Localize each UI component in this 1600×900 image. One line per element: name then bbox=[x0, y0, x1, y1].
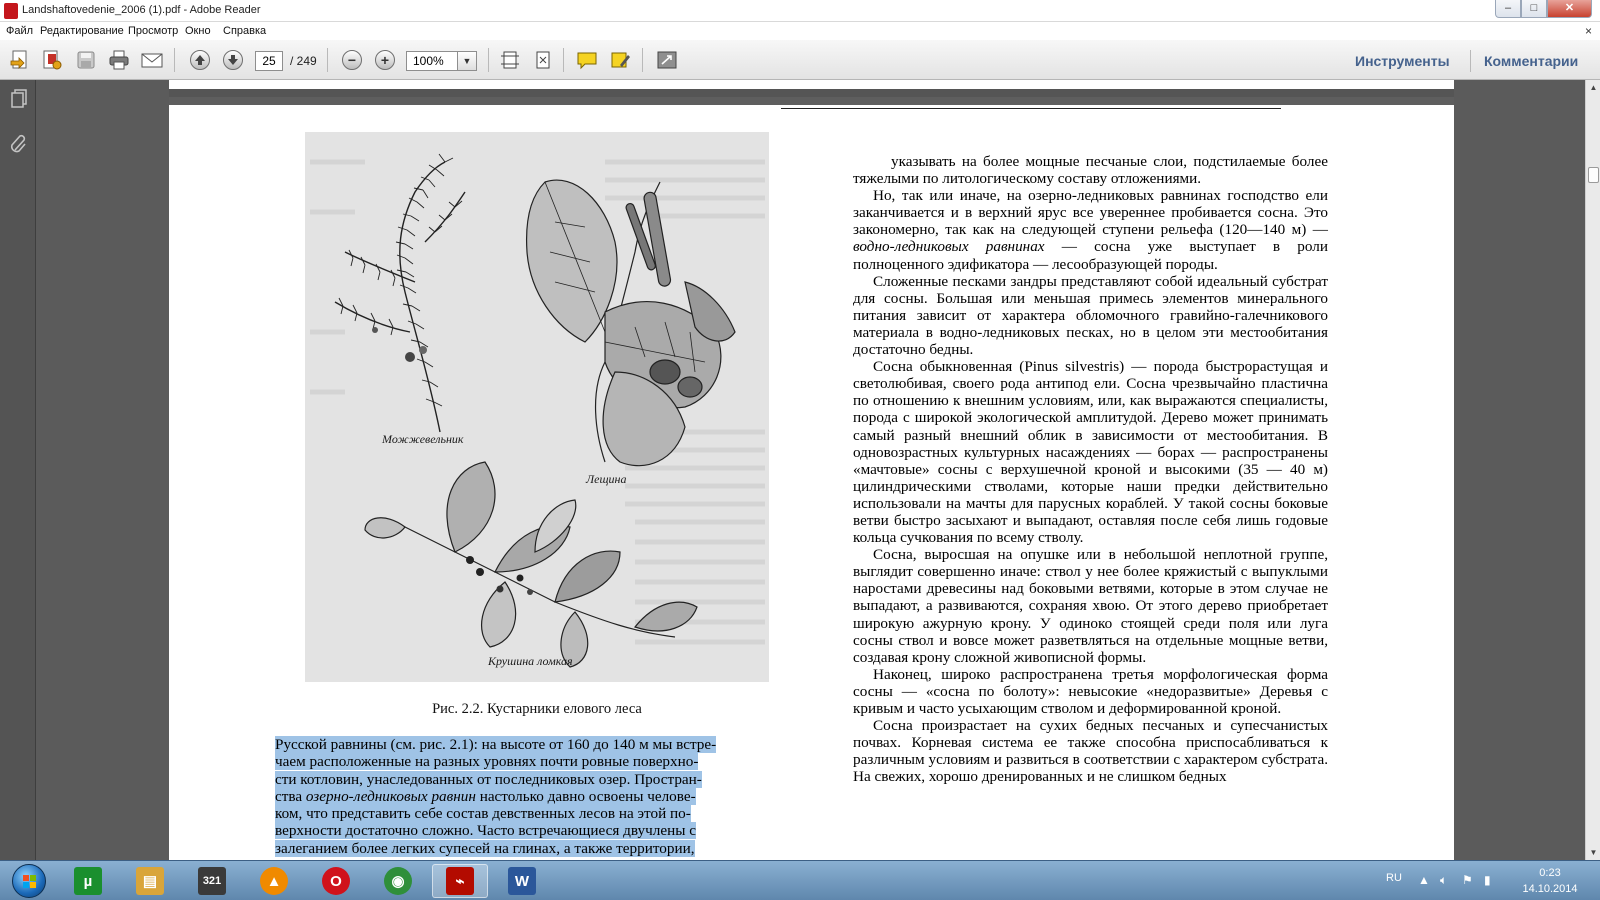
title-bar: Landshaftovedenie_2006 (1).pdf - Adobe R… bbox=[0, 0, 1600, 22]
paragraph: Сосна, выросшая на опушке или в небольшо… bbox=[853, 546, 1328, 666]
label-buckthorn: Крушина ломкая bbox=[488, 654, 573, 668]
zoom-in-button[interactable]: + bbox=[373, 49, 397, 71]
left-column-text[interactable]: Русской равнины (см. рис. 2.1): на высот… bbox=[275, 736, 769, 857]
text-line: настолько давно освоены челове- bbox=[479, 787, 696, 805]
highlight-text-icon[interactable] bbox=[609, 49, 633, 71]
paragraph: указывать на более мощные песчаные слои,… bbox=[853, 153, 1328, 188]
fit-page-width-icon[interactable] bbox=[498, 49, 522, 71]
vlc-icon: ▲ bbox=[260, 867, 288, 895]
save-icon[interactable] bbox=[74, 49, 98, 71]
taskbar-vlc[interactable]: ▲ bbox=[246, 864, 302, 898]
start-button[interactable] bbox=[4, 863, 54, 899]
paragraph: Сосна произрастает на сухих бедных песча… bbox=[853, 717, 1328, 786]
zoom-out-button[interactable]: − bbox=[340, 49, 364, 71]
zoom-out-icon: − bbox=[342, 50, 362, 70]
taskbar-chrome[interactable]: ◉ bbox=[370, 864, 426, 898]
windows-logo-icon bbox=[12, 864, 46, 898]
figure-shrubs: Можжевельник Лещина Крушина ломкая bbox=[305, 132, 769, 682]
text-line: чаем расположенные на разных уровнях поч… bbox=[275, 753, 699, 771]
text-line: верхности достаточно сложно. Часто встре… bbox=[275, 822, 696, 840]
utorrent-icon: µ bbox=[74, 867, 102, 895]
close-button[interactable]: ✕ bbox=[1547, 0, 1592, 18]
page-number-input[interactable]: 25 bbox=[255, 51, 283, 71]
zoom-dropdown-button[interactable]: ▼ bbox=[457, 51, 477, 71]
sticky-note-icon[interactable] bbox=[575, 49, 599, 71]
language-indicator[interactable]: RU bbox=[1386, 872, 1402, 884]
folder-icon: ▤ bbox=[136, 867, 164, 895]
paragraph: Сосна обыкновенная (Pinus silvestris) — … bbox=[853, 358, 1328, 547]
menu-view[interactable]: Просмотр bbox=[128, 25, 178, 37]
previous-page-icon[interactable] bbox=[188, 49, 212, 71]
text-line: Русской равнины (см. рис. 2.1): на высот… bbox=[275, 736, 717, 753]
scroll-down-icon[interactable]: ▼ bbox=[1586, 845, 1600, 860]
network-icon[interactable]: ▮ bbox=[1484, 873, 1491, 887]
show-hidden-icons-icon[interactable]: ▲ bbox=[1418, 873, 1430, 887]
menu-bar: Файл Редактирование Просмотр Окно Справк… bbox=[0, 22, 1600, 40]
pdf-page: Можжевельник Лещина Крушина ломкая Рис. … bbox=[169, 80, 1454, 860]
taskbar: µ ▤ 321 ▲ O ◉ ⌁ W RU ▲ 🔈︎ ⚑ ▮ 0:23 14.10… bbox=[0, 860, 1600, 900]
menu-window[interactable]: Окно bbox=[185, 25, 211, 37]
clock-time[interactable]: 0:23 bbox=[1510, 867, 1590, 879]
page-gap bbox=[169, 97, 1454, 105]
menu-help[interactable]: Справка bbox=[223, 25, 266, 37]
text-italic: озерно-ледниковых равнин bbox=[305, 787, 476, 805]
text-line: ства bbox=[275, 787, 303, 805]
print-icon[interactable] bbox=[107, 49, 131, 71]
taskbar-adobe-reader[interactable]: ⌁ bbox=[432, 864, 488, 898]
adobe-reader-icon: ⌁ bbox=[446, 867, 474, 895]
taskbar-opera[interactable]: O bbox=[308, 864, 364, 898]
adobe-reader-app-icon bbox=[4, 3, 18, 19]
taskbar-media-player[interactable]: 321 bbox=[184, 864, 240, 898]
taskbar-explorer[interactable]: ▤ bbox=[122, 864, 178, 898]
vertical-scrollbar[interactable]: ▲ ▼ bbox=[1585, 80, 1600, 860]
navigation-panel bbox=[0, 80, 36, 860]
comments-pane-button[interactable]: Комментарии bbox=[1484, 53, 1578, 69]
create-pdf-icon[interactable] bbox=[8, 49, 32, 71]
zoom-in-icon: + bbox=[375, 50, 395, 70]
menu-file[interactable]: Файл bbox=[6, 25, 33, 37]
action-center-icon[interactable]: ⚑ bbox=[1462, 873, 1473, 887]
volume-icon[interactable]: 🔈︎ bbox=[1440, 873, 1447, 888]
right-column-text[interactable]: указывать на более мощные песчаные слои,… bbox=[853, 153, 1328, 785]
previous-page-bottom bbox=[169, 80, 1454, 97]
window-title: Landshaftovedenie_2006 (1).pdf - Adobe R… bbox=[22, 4, 261, 16]
tools-pane-button[interactable]: Инструменты bbox=[1355, 53, 1450, 69]
text-italic: водно-ледниковых равнинах bbox=[853, 238, 1045, 256]
full-screen-icon[interactable] bbox=[655, 49, 679, 71]
paragraph: Сложенные песками зандры представляют со… bbox=[853, 272, 1328, 359]
fit-page-icon[interactable] bbox=[531, 49, 555, 71]
scroll-thumb[interactable] bbox=[1588, 167, 1599, 183]
clock-date[interactable]: 14.10.2014 bbox=[1510, 883, 1590, 895]
chrome-icon: ◉ bbox=[384, 867, 412, 895]
attachments-icon[interactable] bbox=[9, 132, 29, 154]
paragraph: Наконец, широко распространена третья мо… bbox=[853, 665, 1328, 717]
figure-caption: Рис. 2.2. Кустарники елового леса bbox=[432, 701, 642, 717]
maximize-button[interactable]: □ bbox=[1521, 0, 1547, 18]
email-icon[interactable] bbox=[140, 49, 164, 71]
toolbar: 25 / 249 − + 100% ▼ Инструменты Коммента… bbox=[0, 40, 1600, 80]
scroll-up-icon[interactable]: ▲ bbox=[1586, 80, 1600, 95]
label-juniper: Можжевельник bbox=[382, 432, 464, 446]
minimize-button[interactable]: – bbox=[1495, 0, 1521, 18]
paragraph: Но, так или иначе, на озерно-ледниковых … bbox=[853, 187, 1329, 273]
page-thumbnails-icon[interactable] bbox=[9, 88, 29, 110]
menu-edit[interactable]: Редактирование bbox=[40, 25, 124, 37]
close-document-icon[interactable]: × bbox=[1585, 24, 1592, 38]
label-hazel: Лещина bbox=[586, 472, 627, 486]
taskbar-word[interactable]: W bbox=[494, 864, 550, 898]
taskbar-utorrent[interactable]: µ bbox=[60, 864, 116, 898]
next-page-icon[interactable] bbox=[221, 49, 245, 71]
combine-files-icon[interactable] bbox=[40, 49, 64, 71]
text-line: ком, что представить себе состав девстве… bbox=[275, 805, 691, 823]
media-player-icon: 321 bbox=[198, 867, 226, 895]
document-viewport[interactable]: Можжевельник Лещина Крушина ломкая Рис. … bbox=[36, 80, 1585, 860]
header-rule bbox=[781, 108, 1281, 109]
text-line: сти котловин, унаследованных от последни… bbox=[275, 770, 702, 788]
page-total: / 249 bbox=[290, 54, 317, 68]
word-icon: W bbox=[508, 867, 536, 895]
opera-icon: O bbox=[322, 867, 350, 895]
text-line: залеганием более легких супесей на глина… bbox=[275, 839, 695, 857]
